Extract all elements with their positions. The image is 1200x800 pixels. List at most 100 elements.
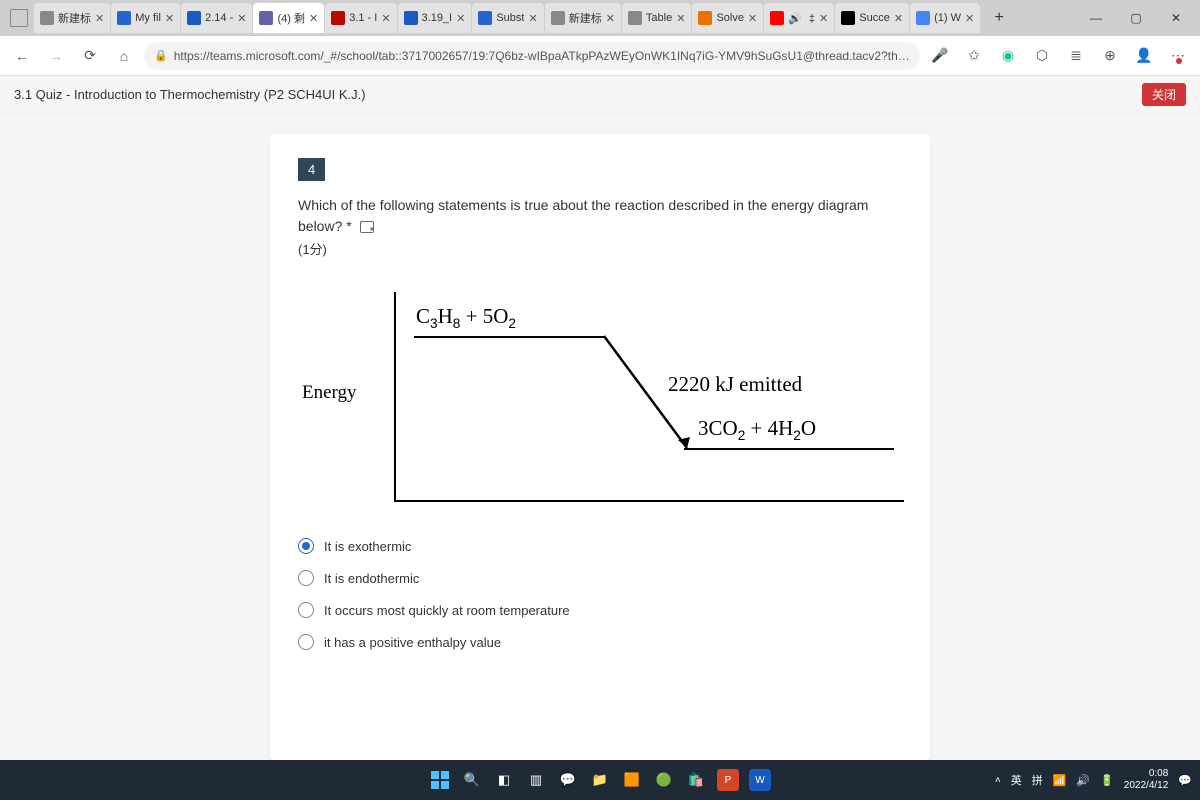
- tab-title: 3.19_I: [422, 12, 453, 24]
- tab-title: My fil: [135, 12, 161, 24]
- close-icon[interactable]: ✕: [95, 12, 104, 25]
- energy-diagram: Energy C3H8 + 5O2 2220 kJ emitted 3CO2 +…: [298, 282, 902, 512]
- battery-icon[interactable]: 🔋: [1100, 774, 1114, 787]
- menu-icon[interactable]: ⋯: [1164, 42, 1192, 70]
- question-card: 4 Which of the following statements is t…: [270, 134, 930, 760]
- tab-favicon: [478, 11, 492, 25]
- tab-title: Solve: [716, 12, 744, 24]
- extension-icon[interactable]: ⬡: [1028, 42, 1056, 70]
- word-icon[interactable]: W: [747, 767, 773, 793]
- radio-icon: [298, 634, 314, 650]
- browser-tab[interactable]: 🔊 ‡✕: [764, 3, 834, 33]
- store-icon[interactable]: 🛍️: [683, 767, 709, 793]
- tab-favicon: [770, 11, 784, 25]
- browser-tab[interactable]: Table ✕: [622, 3, 692, 33]
- browser-tab[interactable]: 新建标✕: [34, 3, 110, 33]
- tab-actions-icon[interactable]: [10, 9, 28, 27]
- close-icon[interactable]: ✕: [676, 12, 685, 25]
- y-axis-label: Energy: [302, 382, 357, 404]
- window-close[interactable]: ✕: [1156, 0, 1196, 36]
- radio-icon: [298, 538, 314, 554]
- browser-tab[interactable]: My fil ✕: [111, 3, 180, 33]
- answer-option[interactable]: It is exothermic: [298, 530, 902, 562]
- answer-option[interactable]: it has a positive enthalpy value: [298, 626, 902, 658]
- address-bar[interactable]: 🔒 https://teams.microsoft.com/_#/school/…: [144, 42, 920, 70]
- question-points: (1分): [298, 239, 902, 258]
- close-icon[interactable]: ✕: [606, 12, 615, 25]
- chat-icon[interactable]: 💬: [555, 767, 581, 793]
- grammarly-icon[interactable]: ◉: [994, 42, 1022, 70]
- tab-favicon: [404, 11, 418, 25]
- explorer-icon[interactable]: 📁: [587, 767, 613, 793]
- browser-tab[interactable]: 新建标✕: [545, 3, 621, 33]
- tab-favicon: [628, 11, 642, 25]
- browser-toolbar: ← → ⟳ ⌂ 🔒 https://teams.microsoft.com/_#…: [0, 36, 1200, 76]
- profile-icon[interactable]: 👤: [1130, 42, 1158, 70]
- browser-tab[interactable]: Succe✕: [835, 3, 909, 33]
- taskbar-center: 🔍 ◧ ▥ 💬 📁 🟧 🟢 🛍️ P W: [427, 767, 773, 793]
- browser-tab[interactable]: 2.14 - ✕: [181, 3, 252, 33]
- task-view-icon[interactable]: ◧: [491, 767, 517, 793]
- quiz-close-button[interactable]: 关闭: [1142, 83, 1186, 106]
- tab-favicon: [117, 11, 131, 25]
- nav-home[interactable]: ⌂: [110, 42, 138, 70]
- tab-favicon: [698, 11, 712, 25]
- edge-icon[interactable]: 🟢: [651, 767, 677, 793]
- close-icon[interactable]: ✕: [456, 12, 465, 25]
- taskbar-right: ˄ 英 拼 📶 🔊 🔋 0:08 2022/4/12 💬: [995, 768, 1192, 792]
- energy-emitted-label: 2220 kJ emitted: [668, 372, 802, 397]
- mic-icon[interactable]: 🎤: [926, 42, 954, 70]
- sound-icon[interactable]: 🔊: [1076, 774, 1090, 787]
- lock-icon: 🔒: [154, 49, 168, 62]
- close-icon[interactable]: ✕: [748, 12, 757, 25]
- close-icon[interactable]: ✕: [165, 12, 174, 25]
- nav-back[interactable]: ←: [8, 42, 36, 70]
- tab-favicon: [916, 11, 930, 25]
- browser-tab[interactable]: Subst✕: [472, 3, 543, 33]
- nav-forward[interactable]: →: [42, 42, 70, 70]
- start-button[interactable]: [427, 767, 453, 793]
- search-icon[interactable]: 🔍: [459, 767, 485, 793]
- browser-tab[interactable]: Solve ✕: [692, 3, 763, 33]
- close-icon[interactable]: ✕: [237, 12, 246, 25]
- notifications-icon[interactable]: 💬: [1178, 774, 1192, 787]
- window-minimize[interactable]: —: [1076, 0, 1116, 36]
- browser-tab[interactable]: (1) W ✕: [910, 3, 980, 33]
- favorites-bar-icon[interactable]: ≣: [1062, 42, 1090, 70]
- close-icon[interactable]: ✕: [894, 12, 903, 25]
- taskbar-clock[interactable]: 0:08 2022/4/12: [1124, 768, 1169, 792]
- answer-options: It is exothermicIt is endothermicIt occu…: [298, 530, 902, 658]
- powerpoint-icon[interactable]: P: [715, 767, 741, 793]
- tab-title: (1) W: [934, 12, 961, 24]
- answer-option[interactable]: It occurs most quickly at room temperatu…: [298, 594, 902, 626]
- browser-tab[interactable]: 3.19_I✕: [398, 3, 472, 33]
- window-controls: — ▢ ✕: [1076, 0, 1196, 36]
- wifi-icon[interactable]: 📶: [1053, 774, 1067, 787]
- tab-title: Table: [646, 12, 672, 24]
- widgets-icon[interactable]: ▥: [523, 767, 549, 793]
- tab-title: 2.14 -: [205, 12, 233, 24]
- tab-title: 3.1 - I: [349, 12, 377, 24]
- close-icon[interactable]: ✕: [381, 12, 390, 25]
- ime-mode[interactable]: 拼: [1032, 772, 1043, 788]
- tab-favicon: [40, 11, 54, 25]
- immersive-reader-icon[interactable]: [360, 221, 374, 233]
- tray-overflow-icon[interactable]: ˄: [995, 775, 1001, 786]
- new-tab-button[interactable]: +: [985, 4, 1013, 32]
- app-icon-1[interactable]: 🟧: [619, 767, 645, 793]
- collections-icon[interactable]: ⊕: [1096, 42, 1124, 70]
- browser-tab[interactable]: (4) 剩✕: [253, 3, 324, 33]
- close-icon[interactable]: ✕: [965, 12, 974, 25]
- close-icon[interactable]: ✕: [309, 12, 318, 25]
- ime-lang[interactable]: 英: [1011, 772, 1022, 788]
- browser-tab[interactable]: 3.1 - I ✕: [325, 3, 396, 33]
- close-icon[interactable]: ✕: [819, 12, 828, 25]
- nav-refresh[interactable]: ⟳: [76, 42, 104, 70]
- window-maximize[interactable]: ▢: [1116, 0, 1156, 36]
- answer-option[interactable]: It is endothermic: [298, 562, 902, 594]
- favorite-icon[interactable]: ✩: [960, 42, 988, 70]
- quiz-header: 3.1 Quiz - Introduction to Thermochemist…: [0, 76, 1200, 114]
- product-label: 3CO2 + 4H2O: [698, 416, 816, 443]
- close-icon[interactable]: ✕: [528, 12, 537, 25]
- tab-favicon: [841, 11, 855, 25]
